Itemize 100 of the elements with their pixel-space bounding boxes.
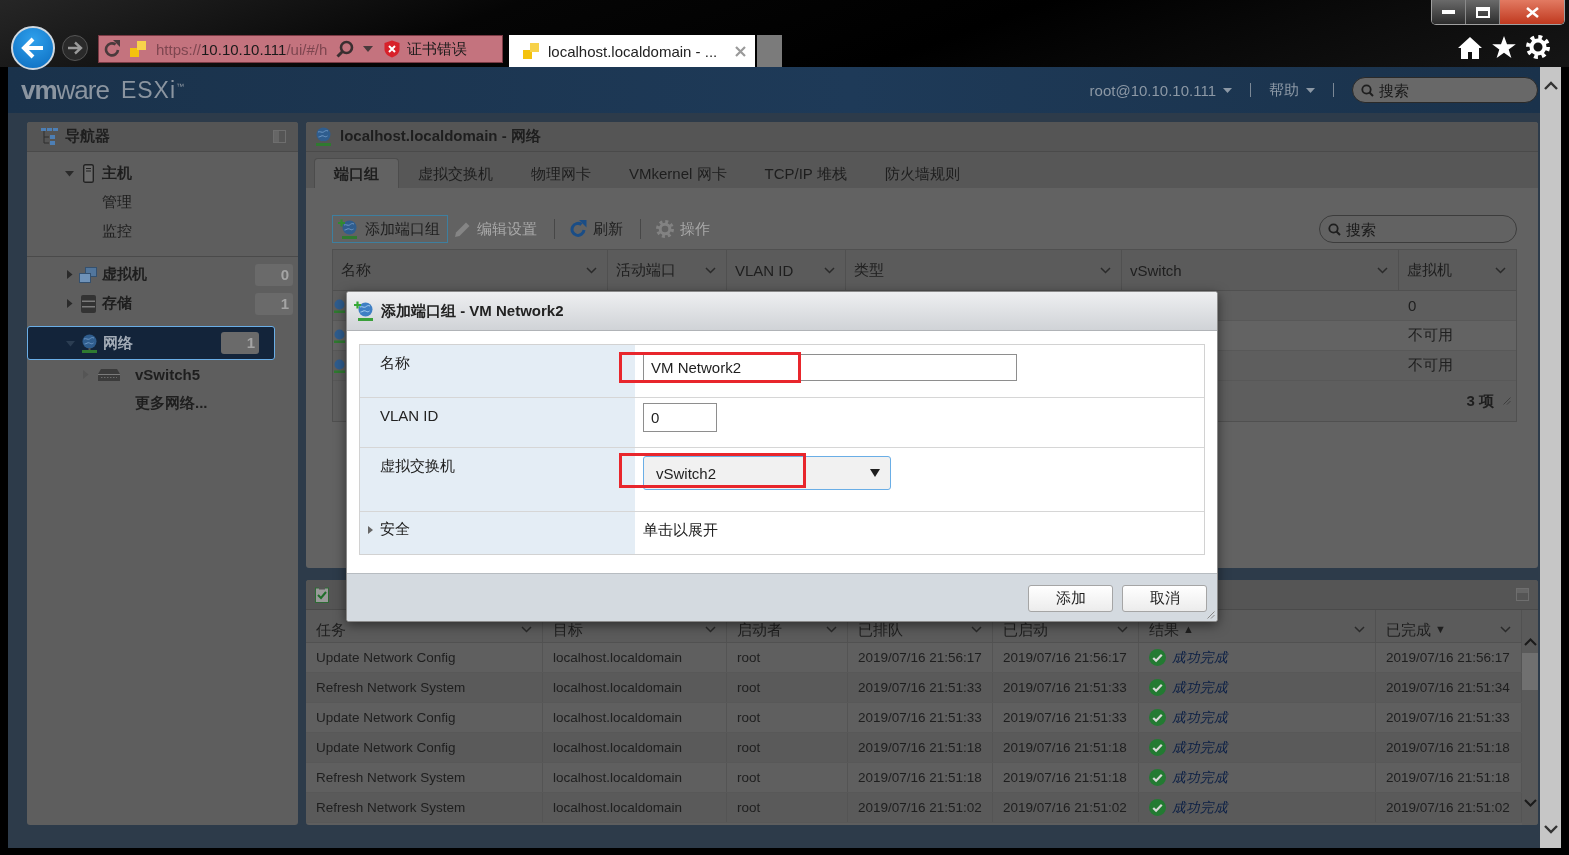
tab[interactable]: 端口组 [314, 158, 399, 188]
scrollbar[interactable] [1522, 610, 1538, 825]
column-header[interactable]: 类型 [846, 250, 1122, 290]
column-header[interactable]: 名称 [333, 250, 608, 290]
tab[interactable]: 防火墙规则 [865, 158, 979, 188]
expand-hint: 单击以展开 [643, 520, 719, 540]
arrow-right-icon [67, 41, 83, 55]
nav-item[interactable]: 虚拟机 [102, 265, 147, 284]
column-header[interactable]: VLAN ID [727, 250, 846, 290]
home-icon[interactable] [1458, 37, 1482, 59]
reload-icon[interactable] [104, 40, 121, 58]
caret-icon[interactable] [64, 299, 74, 308]
search-field[interactable]: 搜索 [1352, 77, 1538, 103]
close-button[interactable] [1500, 0, 1564, 24]
dialog-button[interactable]: 取消 [1122, 585, 1207, 612]
chevron-down-icon [521, 626, 532, 633]
initiator: root [737, 650, 761, 665]
tab-title: localhost.localdomain - ... [548, 42, 718, 60]
start-time: 2019/07/16 21:51:18 [1003, 740, 1127, 755]
user-menu[interactable]: root@10.10.10.111 [1089, 81, 1232, 99]
completion-time: 2019/07/16 21:51:34 [1386, 680, 1510, 695]
minimize-button[interactable] [1432, 0, 1466, 24]
dialog-button[interactable]: 添加 [1028, 585, 1113, 612]
nav-item[interactable]: 更多网络... [135, 394, 208, 413]
squares-icon [130, 41, 147, 57]
column-header[interactable]: vSwitch [1122, 250, 1399, 290]
column-header[interactable]: 虚拟机 [1399, 250, 1516, 290]
caret-icon[interactable] [363, 46, 374, 52]
browser-tab[interactable]: localhost.localdomain - ... [509, 35, 755, 67]
search-icon[interactable] [336, 40, 355, 58]
queued-time: 2019/07/16 21:51:18 [858, 770, 982, 785]
check-circle-icon [1149, 739, 1166, 756]
logo-wordmark: vmware [21, 74, 109, 106]
help-menu[interactable]: 帮助 [1269, 80, 1315, 100]
url-text[interactable]: https://10.10.10.111/ui/#/h [156, 40, 328, 58]
squares-icon [523, 43, 540, 59]
chevron-down-icon [824, 266, 835, 274]
globe-plus-icon [338, 219, 359, 239]
star-icon[interactable] [1492, 36, 1516, 59]
gear-icon [656, 220, 674, 238]
resize-grip-icon[interactable] [1503, 397, 1511, 405]
vlan-input[interactable]: 0 [643, 403, 717, 432]
check-circle-icon [1149, 649, 1166, 666]
address-bar[interactable]: https://10.10.10.111/ui/#/h 证书错误 [98, 35, 503, 63]
chevron-down-icon [1495, 266, 1506, 274]
target-host: localhost.localdomain [553, 800, 683, 815]
name-input[interactable]: VM Network2 [643, 354, 1017, 381]
server-icon [82, 164, 94, 183]
result-text: 成功完成 [1172, 738, 1228, 757]
chevron-down-icon [1354, 626, 1365, 633]
toolbar-button[interactable]: 刷新 [564, 215, 631, 243]
overlapping-windows-icon [79, 266, 97, 283]
chevron-up-icon[interactable] [1543, 81, 1558, 90]
resize-grip-icon[interactable] [1207, 611, 1215, 619]
field-label: 名称 [380, 354, 410, 371]
vm-count: 不可用 [1408, 326, 1453, 345]
nav-item[interactable]: 管理 [102, 193, 132, 212]
queued-time: 2019/07/16 21:51:33 [858, 710, 982, 725]
arrow-left-icon [21, 37, 45, 59]
chevron-down-icon[interactable] [1543, 825, 1558, 834]
caret-icon [1306, 87, 1315, 93]
back-button[interactable] [11, 26, 55, 70]
certificate-error-button[interactable]: 证书错误 [384, 39, 468, 59]
caret-icon[interactable] [64, 270, 74, 279]
start-time: 2019/07/16 21:51:33 [1003, 710, 1127, 725]
result-text: 成功完成 [1172, 798, 1228, 817]
nav-item[interactable]: 网络 [103, 333, 133, 353]
scrollbar[interactable] [1540, 67, 1561, 848]
completion-time: 2019/07/16 21:51:18 [1386, 770, 1510, 785]
pencil-icon [454, 220, 471, 238]
caret-icon[interactable] [64, 169, 74, 178]
task-name: Update Network Config [316, 650, 456, 665]
scrollbar-thumb[interactable] [1522, 653, 1538, 690]
initiator: root [737, 800, 761, 815]
globe-icon [334, 328, 345, 343]
start-time: 2019/07/16 21:51:02 [1003, 800, 1127, 815]
panel-toggle-icon[interactable] [1516, 588, 1529, 601]
vm-count: 不可用 [1408, 356, 1453, 375]
toolbar-button[interactable]: 添加端口组 [332, 215, 448, 243]
tab[interactable]: 虚拟交换机 [399, 158, 512, 188]
initiator: root [737, 710, 761, 725]
close-icon[interactable] [735, 45, 746, 57]
count-badge: 1 [221, 332, 259, 354]
refresh-icon [570, 220, 587, 238]
caret-icon[interactable] [65, 338, 75, 348]
tab[interactable]: TCP/IP 堆栈 [745, 158, 866, 188]
nav-item[interactable]: 主机 [102, 164, 132, 183]
forward-button[interactable] [62, 35, 88, 61]
nav-item[interactable]: 监控 [102, 222, 132, 241]
expander-toggle[interactable]: 安全 [368, 520, 410, 539]
chevron-down-icon [586, 266, 597, 274]
shield-icon [384, 40, 401, 58]
nav-item[interactable]: vSwitch5 [135, 366, 201, 383]
panel-toggle-icon[interactable] [273, 130, 286, 143]
completion-time: 2019/07/16 21:51:02 [1386, 800, 1510, 815]
switch-select[interactable]: vSwitch2 [643, 456, 891, 490]
nav-item[interactable]: 存储 [102, 294, 132, 313]
search-field[interactable]: 搜索 [1319, 215, 1517, 243]
settings-icon[interactable] [1526, 35, 1550, 59]
maximize-button[interactable] [1466, 0, 1500, 24]
